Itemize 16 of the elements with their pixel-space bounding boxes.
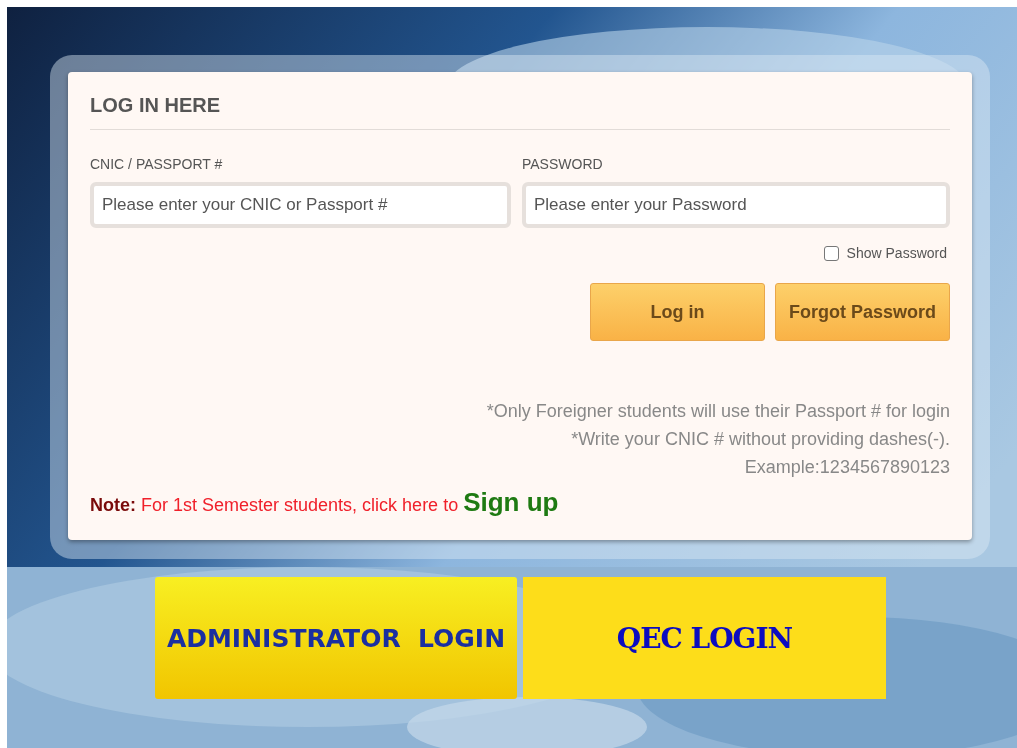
show-password-label: Show Password [846,245,947,261]
login-title: LOG IN HERE [90,94,950,130]
administrator-login-button[interactable]: ADMINISTRATOR LOGIN [155,577,517,699]
password-field[interactable]: Please enter your Password [522,182,950,228]
field-label: CNIC / PASSPORT # [90,156,224,172]
signup-link[interactable]: Sign up [463,487,559,517]
hint-text: *Only Foreigner students will use their Passport # for login [486,400,950,423]
cnic-field[interactable]: Please enter your CNIC or Passport # [90,182,511,228]
login-button[interactable]: Log in [590,283,765,341]
show-password-checkbox[interactable] [823,245,839,261]
field-label: PASSWORD [522,156,604,172]
hint-text: Example:1234567890123 [744,456,950,479]
hint-text: *Write your CNIC # without providing dashes(-). [571,428,950,451]
forgot-password-button[interactable]: Forgot Password [775,283,950,341]
signup-note: Note: For 1st Semester students, click here to Sign up [90,487,560,518]
qec-login-button[interactable]: QEC LOGIN [523,577,886,699]
